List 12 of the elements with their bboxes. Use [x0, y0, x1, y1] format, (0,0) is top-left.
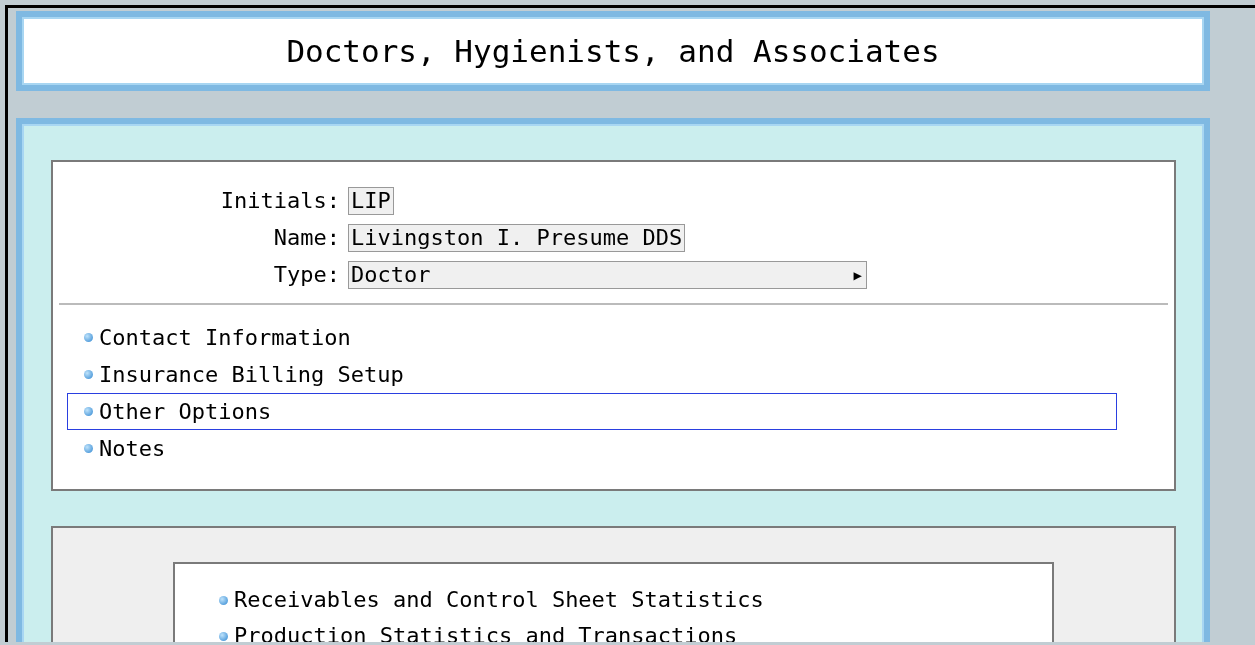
option-item[interactable]: Insurance Billing Setup — [67, 356, 1117, 393]
option-item[interactable]: Notes — [67, 430, 1117, 467]
window-title: Doctors, Hygienists, and Associates — [286, 31, 940, 71]
type-dropdown[interactable]: Doctor ▶ — [348, 260, 867, 289]
field-label: Name: — [272, 224, 341, 252]
option-item[interactable]: Contact Information — [67, 319, 1117, 356]
statistics-link[interactable]: Receivables and Control Sheet Statistics — [234, 582, 764, 618]
field-label: Initials: — [219, 187, 341, 215]
option-item[interactable]: Other Options — [67, 393, 1117, 430]
input-field[interactable]: Livingston I. Presume DDS — [348, 223, 686, 252]
input-field[interactable]: LIP — [348, 186, 394, 215]
field-label: Type: — [272, 261, 341, 289]
